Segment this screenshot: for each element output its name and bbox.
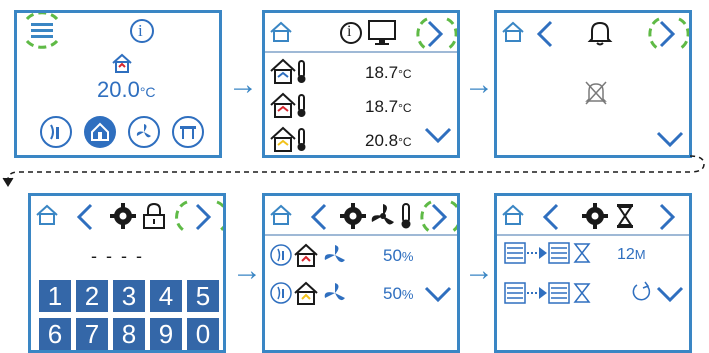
reset-icon[interactable] [629,280,653,304]
temperature-unit: °C [139,84,156,100]
header-divider [265,51,457,53]
keypad-key-9[interactable]: 9 [150,318,182,350]
bell-icon [587,21,613,46]
home-icon[interactable] [501,21,525,43]
temp-row-1-value: 18.7 [365,63,399,82]
keypad-key-5[interactable]: 5 [187,280,219,312]
no-alarm-bell-icon [585,81,607,105]
keypad-key-1[interactable]: 1 [39,280,71,312]
gear-icon [582,203,608,229]
timer-unit: M [634,247,646,262]
monitor-icon[interactable] [367,19,397,47]
home-mode-icon [112,53,132,73]
hourglass-icon [617,204,633,228]
gear-icon [340,203,366,229]
supply-temp-icon [270,92,306,118]
highlight-ring-icon [175,200,223,234]
lock-icon [143,202,165,229]
temperature-value: 20.0 [97,77,140,102]
fan-row-1: 50% [383,246,413,266]
away-mode-icon[interactable] [39,115,73,149]
home-icon[interactable] [269,21,293,43]
info-icon-glyph: i [347,23,352,40]
next-arrow-icon[interactable] [657,202,677,232]
timer-value: 12 [617,246,635,263]
temp-row-1: 18.7°C [365,63,412,83]
temp-row-2-value: 18.7 [365,97,399,116]
flow-arrow-1-icon: → [228,68,258,101]
extract-temp-icon [270,126,306,152]
home-icon[interactable] [269,204,293,226]
scroll-down-icon[interactable] [423,125,453,145]
pin-code-display: - - - - [91,246,144,266]
temp-row-3-value: 20.8 [365,131,399,150]
header-divider [497,234,689,236]
fan-icon [371,204,394,225]
scroll-down-icon[interactable] [423,284,453,304]
keypad-key-8[interactable]: 8 [113,318,145,350]
scroll-down-icon[interactable] [655,129,685,149]
screen-main: i 20.0°C [14,10,222,158]
scroll-down-icon[interactable] [655,284,685,304]
boost-mode-icon[interactable] [127,115,161,149]
fan-row-1-unit: % [401,249,414,264]
keypad-key-7[interactable]: 7 [76,318,108,350]
temp-row-3-unit: °C [398,135,412,149]
keypad-key-0[interactable]: 0 [187,318,219,350]
timer-readout: 12M [617,246,646,264]
previous-arrow-icon[interactable] [535,19,555,49]
keypad-key-4[interactable]: 4 [150,280,182,312]
temp-row-2: 18.7°C [365,97,412,117]
outdoor-temp-icon [270,58,306,84]
info-icon-glyph: i [138,21,143,40]
keypad-key-6[interactable]: 6 [39,318,71,350]
home-mode-button-icon[interactable] [83,115,117,149]
flow-arrow-4-icon: → [464,254,494,287]
temp-row-3: 20.8°C [365,131,412,151]
temp-row-2-unit: °C [398,101,412,115]
fan-row-2-value: 50 [383,284,402,303]
keypad-key-2[interactable]: 2 [76,280,108,312]
flow-arrow-3-icon: → [232,254,262,287]
screen-temperatures: i 18.7°C 18.7°C 20.8°C [262,10,460,158]
highlight-ring-icon [420,200,457,234]
screen-alarms [494,10,692,158]
keypad-key-3[interactable]: 3 [113,280,145,312]
previous-arrow-icon[interactable] [75,202,95,232]
thermometer-icon [401,203,411,229]
header-divider [265,234,457,236]
temp-row-1-unit: °C [398,67,412,81]
home-icon[interactable] [35,204,59,226]
home-icon[interactable] [501,204,525,226]
filter-timer-row-icon [504,242,591,264]
extract-fan-row-icon [270,281,345,305]
flow-connector-icon [2,155,705,187]
highlight-ring-icon [648,17,689,51]
previous-arrow-icon[interactable] [541,202,561,232]
kitchen-mode-icon[interactable] [171,115,205,149]
gear-icon [110,203,136,229]
screen-fan-speed: 50% 50% [262,193,460,353]
temperature-readout: 20.0°C [97,77,156,103]
supply-fan-row-icon [270,243,345,267]
screen-timer: 12M [494,193,692,353]
fan-row-1-value: 50 [383,246,402,265]
previous-arrow-icon[interactable] [309,202,329,232]
highlight-ring-icon [25,13,59,49]
filter-change-row-icon [504,282,591,304]
screen-pin-entry: - - - - 12345 67890 [28,193,226,353]
fan-row-2-unit: % [401,287,414,302]
fan-row-2: 50% [383,284,413,304]
highlight-ring-icon [416,17,457,51]
flow-arrow-2-icon: → [464,68,494,101]
